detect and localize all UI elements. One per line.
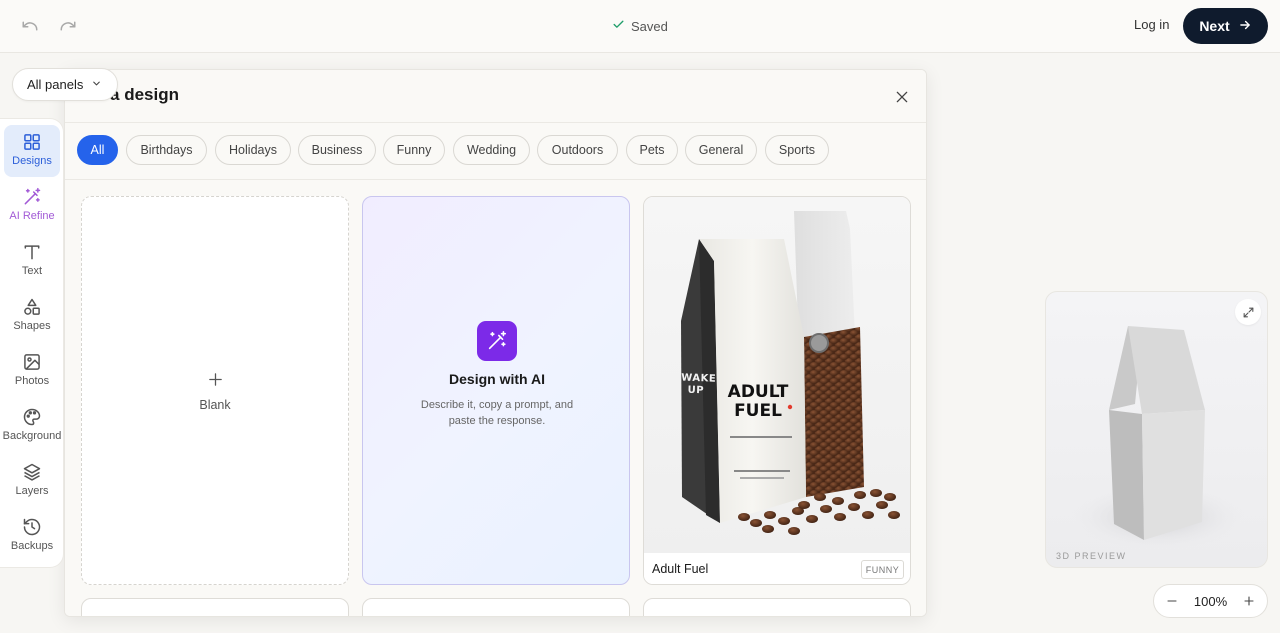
category-chip-sports[interactable]: Sports	[765, 135, 829, 165]
design-grid: Blank Design with AI Describe it, copy a…	[65, 180, 926, 616]
3d-preview-panel[interactable]: 3D PREVIEW	[1045, 291, 1268, 568]
tool-label: Shapes	[13, 320, 51, 332]
category-chip-wedding[interactable]: Wedding	[453, 135, 530, 165]
chevron-down-icon	[91, 77, 102, 92]
tool-shapes[interactable]: Shapes	[4, 290, 60, 342]
zoom-control: 100%	[1153, 584, 1268, 618]
ai-card-title: Design with AI	[449, 371, 545, 387]
zoom-out-icon[interactable]	[1164, 593, 1180, 609]
template-name: Adult Fuel	[652, 562, 709, 576]
package-side-text: WAKE UP	[681, 372, 717, 397]
template-category-badge: FUNNY	[861, 560, 904, 579]
tool-label: Backups	[10, 540, 54, 552]
layers-icon	[22, 462, 42, 482]
zoom-in-icon[interactable]	[1241, 593, 1257, 609]
blank-design-card[interactable]: Blank	[81, 196, 349, 585]
category-chip-funny[interactable]: Funny	[383, 135, 445, 165]
tool-label: AI Refine	[9, 210, 55, 222]
template-card-footer: Adult Fuel FUNNY	[644, 553, 910, 584]
category-chip-pets[interactable]: Pets	[626, 135, 678, 165]
template-card-partial[interactable]	[81, 598, 349, 616]
3d-box-render	[1070, 326, 1246, 551]
blank-label: Blank	[199, 397, 231, 412]
category-chip-holidays[interactable]: Holidays	[215, 135, 291, 165]
undo-icon[interactable]	[19, 15, 41, 37]
package-front-title: ADULT FUEL	[727, 382, 789, 421]
category-chip-business[interactable]: Business	[298, 135, 376, 165]
tool-photos[interactable]: Photos	[4, 345, 60, 397]
category-chip-birthdays[interactable]: Birthdays	[126, 135, 207, 165]
category-chip-general[interactable]: General	[685, 135, 757, 165]
left-toolbar: Designs AI Refine Text Shapes Photos Bac…	[0, 118, 64, 568]
tool-label: Photos	[14, 375, 50, 387]
design-with-ai-card[interactable]: Design with AI Describe it, copy a promp…	[362, 196, 630, 585]
ai-card-description: Describe it, copy a prompt, and paste th…	[420, 399, 574, 427]
template-card-partial[interactable]	[643, 598, 911, 616]
magic-wand-icon	[22, 187, 42, 207]
tool-label: Text	[21, 265, 43, 277]
tool-layers[interactable]: Layers	[4, 455, 60, 507]
arrow-right-icon	[1238, 18, 1252, 35]
tool-label: Designs	[12, 155, 52, 167]
next-label: Next	[1199, 18, 1230, 34]
zoom-level: 100%	[1193, 593, 1228, 609]
top-bar: Saved Log in Next	[0, 0, 1280, 53]
tool-background[interactable]: Background	[2, 400, 62, 452]
check-icon	[612, 18, 625, 34]
login-link[interactable]: Log in	[1134, 17, 1169, 32]
grid-icon	[22, 132, 42, 152]
coffee-bag-image: WAKE UP ADULT FUEL	[644, 197, 910, 553]
all-panels-dropdown[interactable]: All panels	[12, 68, 118, 101]
choose-design-dialog: ose a design All Birthdays Holidays Busi…	[64, 69, 927, 617]
magic-wand-icon	[477, 321, 517, 361]
category-chip-all[interactable]: All	[77, 135, 118, 165]
tool-label: Layers	[15, 485, 49, 497]
tool-label: Background	[2, 430, 62, 442]
tool-ai-refine[interactable]: AI Refine	[4, 180, 60, 232]
category-chip-outdoors[interactable]: Outdoors	[537, 135, 618, 165]
preview-label: 3D PREVIEW	[1056, 551, 1127, 561]
tool-backups[interactable]: Backups	[4, 510, 60, 562]
palette-icon	[22, 407, 42, 427]
tool-designs[interactable]: Designs	[4, 125, 60, 177]
history-icon	[22, 517, 42, 537]
redo-icon[interactable]	[57, 15, 79, 37]
shapes-icon	[22, 297, 42, 317]
save-status: Saved	[612, 17, 668, 35]
text-icon	[22, 242, 42, 262]
template-card-partial[interactable]	[362, 598, 630, 616]
expand-icon[interactable]	[1235, 299, 1261, 325]
next-button[interactable]: Next	[1183, 8, 1268, 44]
close-icon[interactable]	[891, 86, 913, 108]
saved-label: Saved	[631, 18, 668, 34]
all-panels-label: All panels	[27, 77, 84, 92]
image-icon	[22, 352, 42, 372]
plus-icon	[207, 370, 224, 392]
tool-text[interactable]: Text	[4, 235, 60, 287]
template-card-adult-fuel[interactable]: WAKE UP ADULT FUEL Adult Fuel FUNNY	[643, 196, 911, 585]
dialog-header: ose a design	[65, 70, 926, 123]
category-filters: All Birthdays Holidays Business Funny We…	[65, 123, 926, 180]
